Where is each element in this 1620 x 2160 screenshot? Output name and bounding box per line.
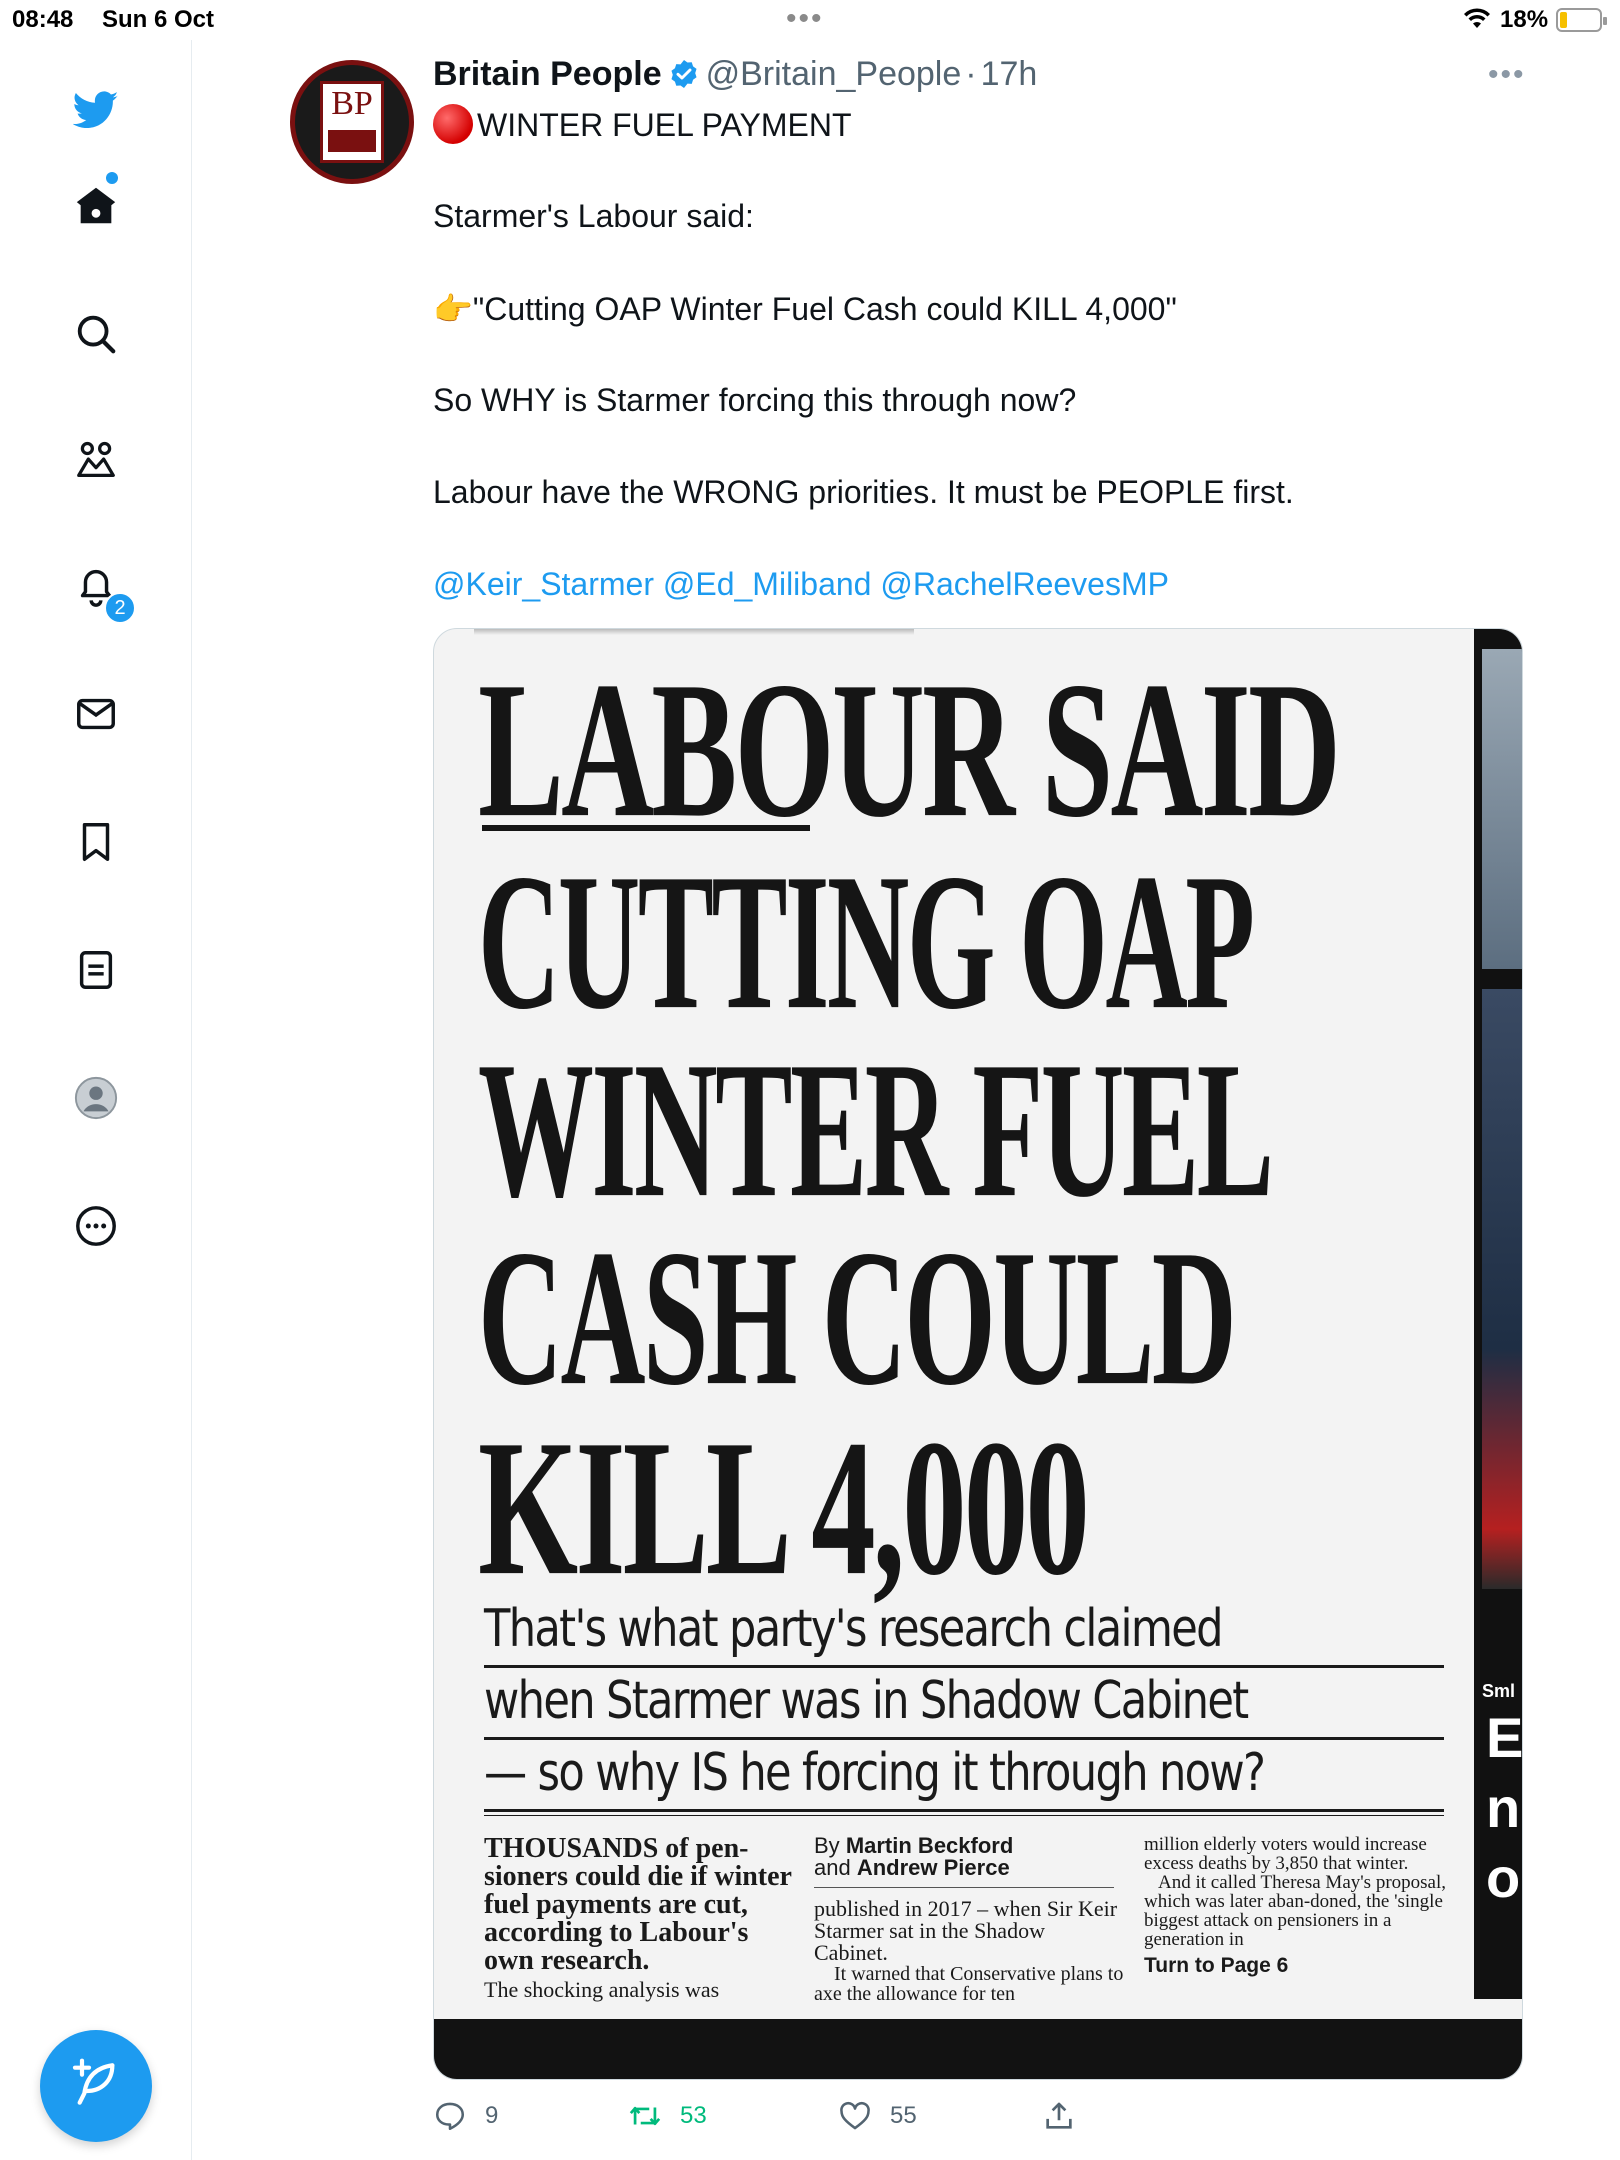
reply-icon <box>435 2102 465 2131</box>
multitasking-dots-icon[interactable]: ••• <box>786 2 824 36</box>
bp-logo: BP <box>320 81 384 163</box>
strip-letter: E <box>1486 1706 1523 1769</box>
subhead-line: when Starmer was in Shadow Cabinet <box>484 1671 1249 1731</box>
article-text: The shocking analysis was <box>484 1977 720 2002</box>
like-count: 55 <box>890 2102 917 2129</box>
bookmark-icon[interactable] <box>70 816 122 868</box>
wifi-icon <box>1462 6 1492 37</box>
compose-feather-icon <box>68 2056 124 2117</box>
media-bottom-bar <box>434 2019 1522 2079</box>
tweet-media-image[interactable]: LABOUR SAID CUTTING OAP WINTER FUEL CASH… <box>433 628 1523 2080</box>
red-circle-emoji-icon <box>433 104 473 144</box>
mail-icon[interactable] <box>70 688 122 740</box>
reply-button[interactable]: 9 <box>433 2094 498 2138</box>
pointing-hand-emoji-icon: 👉 <box>433 291 473 327</box>
avatar-logo-text: BP <box>331 85 373 122</box>
article-column-3: million elderly voters would increase ex… <box>1144 1835 1454 1976</box>
status-date: Sun 6 Oct <box>102 6 215 33</box>
more-options-icon[interactable]: ••• <box>1488 58 1526 92</box>
verified-badge-icon <box>668 58 700 99</box>
strip-letter: o <box>1486 1846 1521 1909</box>
tweet-title-line: WINTER FUEL PAYMENT <box>433 104 852 144</box>
author-name[interactable]: Britain People <box>433 55 662 93</box>
subhead-line: That's what party's research claimed <box>484 1599 1224 1659</box>
article-byline: By Martin Beckford and Andrew Pierce <box>814 1833 1014 1880</box>
article-text: published in 2017 – when Sir Keir Starme… <box>814 1896 1118 1965</box>
retweet-button[interactable]: 53 <box>628 2094 707 2138</box>
battery-icon <box>1556 8 1607 32</box>
like-button[interactable]: 55 <box>838 2094 917 2138</box>
article-text: It warned that Conservative plans to axe… <box>814 1963 1124 2005</box>
author-avatar[interactable]: BP <box>290 60 414 184</box>
status-time: 08:48 <box>12 6 74 33</box>
reply-count: 9 <box>485 2102 499 2129</box>
notifications-badge: 2 <box>104 592 136 624</box>
strip-label: Sml <box>1482 1681 1516 1701</box>
status-bar: 08:48 Sun 6 Oct ••• 18% <box>0 0 1620 40</box>
home-notification-dot <box>106 172 118 184</box>
article-text: And it called Theresa May's proposal, wh… <box>1144 1872 1446 1950</box>
compose-button[interactable] <box>40 2030 152 2142</box>
tweet-timestamp[interactable]: 17h <box>981 55 1038 93</box>
more-circle-icon[interactable] <box>70 1200 122 1252</box>
search-icon[interactable] <box>70 308 122 360</box>
tweet-title: WINTER FUEL PAYMENT <box>477 107 852 143</box>
battery-percent: 18% <box>1500 6 1549 33</box>
tweet-mentions[interactable]: @Keir_Starmer @Ed_Miliband @RachelReeves… <box>433 566 1169 603</box>
tweet-line-3: So WHY is Starmer forcing this through n… <box>433 382 1077 418</box>
article-lead: THOUSANDS of pen-sioners could die if wi… <box>484 1833 792 1976</box>
tweet-line-4: Labour have the WRONG priorities. It mus… <box>433 474 1294 510</box>
article-column-2: By Martin Beckford and Andrew Pierce pub… <box>814 1835 1124 2004</box>
headline-line: KILL 4,000 <box>478 1399 1090 1616</box>
turn-to-page: Turn to Page 6 <box>1144 1954 1289 1977</box>
tweet-header: Britain People @Britain_People · 17h <box>433 55 1037 99</box>
header-separator: · <box>965 55 977 93</box>
sidebar-nav: 2 <box>0 40 192 2160</box>
list-icon[interactable] <box>70 944 122 996</box>
tweet-line-1: Starmer's Labour said: <box>433 198 754 234</box>
retweet-count: 53 <box>680 2102 707 2129</box>
adjacent-page-strip: Sml E n o <box>1474 629 1523 1999</box>
twitter-bird-icon[interactable] <box>70 84 122 136</box>
share-icon <box>1046 2102 1072 2129</box>
retweet-icon <box>629 2106 661 2126</box>
article-column-1: THOUSANDS of pen-sioners could die if wi… <box>484 1835 796 2003</box>
people-icon[interactable] <box>70 434 122 486</box>
tweet-line-2: 👉"Cutting OAP Winter Fuel Cash could KIL… <box>433 290 1177 328</box>
share-button[interactable] <box>1042 2094 1094 2138</box>
heart-icon <box>840 2101 870 2130</box>
avatar-icon[interactable] <box>70 1072 122 1124</box>
article-text: million elderly voters would increase ex… <box>1144 1834 1427 1874</box>
subhead-line: — so why IS he forcing it through now? <box>484 1743 1266 1803</box>
author-handle[interactable]: @Britain_People <box>706 55 962 93</box>
strip-letter: n <box>1486 1776 1521 1839</box>
home-icon[interactable] <box>70 180 122 232</box>
battery-fill <box>1560 12 1567 28</box>
tweet-quote: "Cutting OAP Winter Fuel Cash could KILL… <box>472 291 1177 327</box>
